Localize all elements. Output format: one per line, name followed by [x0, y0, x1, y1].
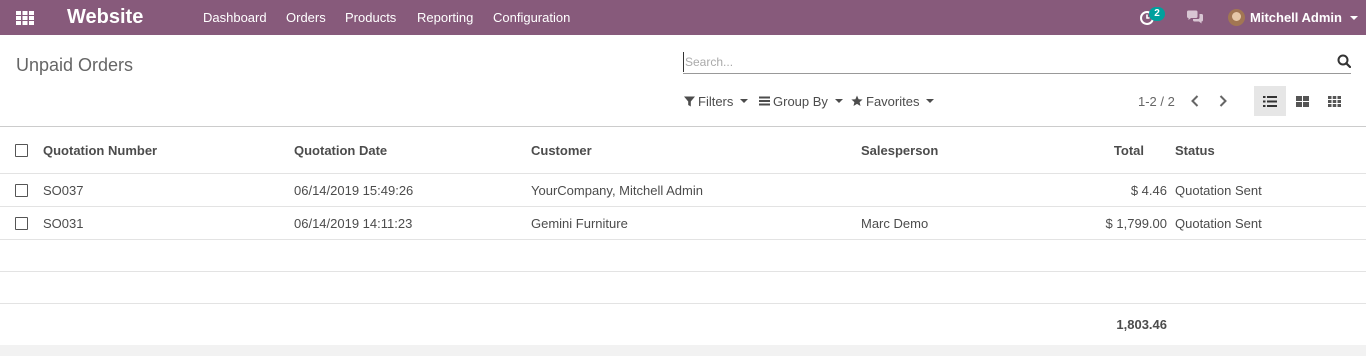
grid-view-button[interactable]	[1318, 86, 1350, 116]
empty-row	[0, 272, 1366, 304]
activity-count-badge: 2	[1149, 7, 1165, 21]
table-header: Quotation Number Quotation Date Customer…	[0, 127, 1366, 174]
user-avatar	[1228, 9, 1245, 26]
control-panel: Unpaid Orders Filters Group By Favorites…	[0, 35, 1366, 127]
list-view-icon	[1263, 95, 1277, 107]
empty-row	[0, 240, 1366, 272]
quotation-number: SO031	[43, 215, 84, 231]
pager-next-button[interactable]	[1216, 93, 1230, 109]
column-header-quotation-date[interactable]: Quotation Date	[294, 127, 387, 173]
column-header-salesperson[interactable]: Salesperson	[861, 127, 938, 173]
filters-caret-icon	[740, 99, 749, 103]
list-view: Quotation Number Quotation Date Customer…	[0, 127, 1366, 345]
apps-menu-icon[interactable]	[16, 0, 34, 35]
favorites-caret-icon	[926, 99, 935, 103]
chevron-right-icon	[1219, 95, 1227, 107]
customer: Gemini Furniture	[531, 215, 628, 231]
quotation-date: 06/14/2019 14:11:23	[294, 215, 413, 231]
list-view-button[interactable]	[1254, 86, 1286, 116]
user-name: Mitchell Admin	[1250, 10, 1342, 25]
menu-dashboard[interactable]: Dashboard	[203, 0, 267, 35]
table-footer: 1,803.46	[0, 304, 1366, 345]
total: $ 1,799.00	[1105, 215, 1167, 231]
app-brand[interactable]: Website	[67, 0, 143, 35]
group-by-button[interactable]: Group By	[759, 92, 843, 110]
status: Quotation Sent	[1175, 182, 1262, 198]
salesperson: Marc Demo	[861, 215, 929, 231]
menu-products[interactable]: Products	[345, 0, 396, 35]
column-header-status[interactable]: Status	[1175, 127, 1215, 173]
group-by-label: Group By	[773, 93, 828, 109]
group-by-caret-icon	[834, 99, 843, 103]
group-by-icon	[759, 96, 770, 106]
search-input[interactable]	[683, 52, 1323, 72]
favorites-button[interactable]: Favorites	[851, 92, 935, 110]
row-select-cell	[15, 207, 28, 239]
menu-orders[interactable]: Orders	[286, 0, 326, 35]
total: $ 4.46	[1130, 182, 1167, 198]
column-header-quotation-number[interactable]: Quotation Number	[43, 127, 157, 173]
column-header-customer[interactable]: Customer	[531, 127, 592, 173]
user-menu-caret-icon	[1349, 15, 1358, 20]
filters-label: Filters	[698, 93, 734, 109]
menu-reporting[interactable]: Reporting	[417, 0, 473, 35]
quotation-date: 06/14/2019 15:49:26	[294, 182, 414, 198]
favorites-label: Favorites	[866, 93, 920, 109]
chat-icon[interactable]	[1186, 0, 1204, 35]
top-navbar: Website Dashboard Orders Products Report…	[0, 0, 1366, 35]
row-checkbox[interactable]	[15, 216, 28, 230]
kanban-view-icon	[1295, 95, 1309, 107]
status: Quotation Sent	[1175, 215, 1262, 231]
user-menu[interactable]: Mitchell Admin	[1228, 0, 1358, 35]
table-row[interactable]: SO031 06/14/2019 14:11:23 Gemini Furnitu…	[0, 207, 1366, 240]
select-all-cell	[15, 127, 28, 173]
table-row[interactable]: SO037 06/14/2019 15:49:26 YourCompany, M…	[0, 174, 1366, 207]
row-select-cell	[15, 174, 28, 206]
row-checkbox[interactable]	[15, 183, 28, 197]
kanban-view-button[interactable]	[1286, 86, 1318, 116]
menu-configuration[interactable]: Configuration	[493, 0, 570, 35]
column-header-total[interactable]: Total	[1060, 127, 1144, 173]
customer: YourCompany, Mitchell Admin	[531, 182, 703, 198]
filter-icon	[684, 96, 695, 106]
pager-value[interactable]: 1-2 / 2	[1138, 94, 1175, 109]
search-icon[interactable]	[1337, 54, 1352, 71]
chevron-left-icon	[1191, 95, 1199, 107]
select-all-checkbox[interactable]	[15, 143, 28, 157]
grid-view-icon	[1327, 95, 1341, 107]
quotation-number: SO037	[43, 182, 84, 198]
search-box	[683, 52, 1352, 74]
filters-button[interactable]: Filters	[684, 92, 749, 110]
star-icon	[851, 95, 863, 106]
footer-total: 1,803.46	[1116, 317, 1167, 332]
page-title: Unpaid Orders	[16, 55, 134, 75]
pager-previous-button[interactable]	[1188, 93, 1202, 109]
